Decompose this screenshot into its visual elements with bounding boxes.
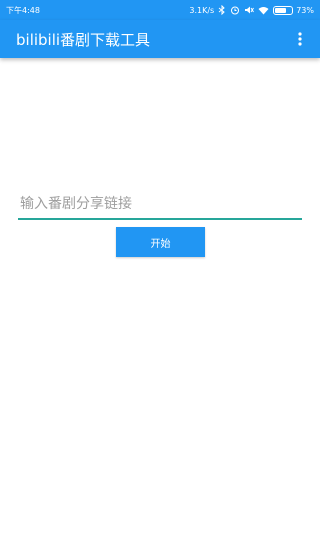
status-bar: 下午4:48 3.1K/s 73% [0, 0, 320, 20]
mute-icon [244, 5, 255, 15]
battery-icon: 73% [273, 5, 314, 15]
status-time: 下午4:48 [6, 5, 40, 15]
share-link-input[interactable] [18, 190, 302, 220]
network-speed: 3.1K/s [189, 5, 215, 15]
more-vert-icon[interactable] [290, 27, 310, 51]
battery-fill [275, 7, 287, 13]
alarm-icon [230, 5, 240, 15]
bluetooth-icon [218, 5, 226, 15]
battery-body [273, 5, 294, 15]
wifi-icon [258, 6, 269, 15]
battery-percent: 73% [296, 5, 314, 15]
status-indicators: 3.1K/s 73% [189, 5, 314, 15]
app-title: bilibili番剧下载工具 [16, 30, 151, 49]
app-bar: bilibili番剧下载工具 [0, 20, 320, 58]
start-button[interactable]: 开始 [116, 227, 205, 257]
